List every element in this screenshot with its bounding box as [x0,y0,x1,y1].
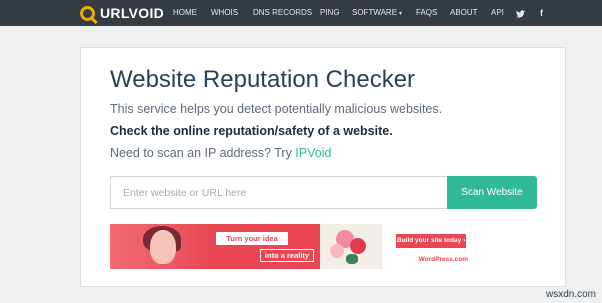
nav-software[interactable]: SOFTWARE ▾ [352,0,402,26]
nav-home[interactable]: HOME [173,0,197,26]
flower-2 [350,238,366,254]
ad-photo-face [150,230,176,264]
ad-headline-2: into a reality [260,249,314,262]
nav-whois[interactable]: WHOIS [211,0,238,26]
ad-cta-panel: Build your site today › WordPress.com [382,224,476,269]
facebook-icon[interactable]: f [540,0,543,26]
ip-scan-prompt-text: Need to scan an IP address? Try [110,146,296,160]
flower-3 [330,244,344,258]
brand-logo[interactable]: URLVOID [80,4,164,22]
nav-software-label: SOFTWARE [352,8,398,17]
nav-about[interactable]: ABOUT [450,0,478,26]
nav-ping[interactable]: PING [320,0,340,26]
nav-faqs[interactable]: FAQS [416,0,437,26]
leaves [346,254,358,264]
twitter-icon[interactable] [516,0,525,26]
magnifier-icon [80,5,95,21]
ad-brand: WordPress.com [418,256,468,263]
ip-scan-prompt: Need to scan an IP address? Try IPVoid [110,146,331,160]
ad-flowers-image [320,224,382,269]
scan-website-button[interactable]: Scan Website [447,176,537,209]
page-title: Website Reputation Checker [110,66,416,93]
ad-headline-1: Turn your idea [216,232,288,245]
ad-photo-woman [110,224,210,269]
ad-cta-button[interactable]: Build your site today › [396,234,466,248]
website-url-input[interactable] [110,176,447,209]
ipvoid-link[interactable]: IPVoid [295,146,331,160]
ad-banner[interactable]: Turn your idea into a reality Build your… [110,224,476,269]
nav-dns-records[interactable]: DNS RECORDS [253,0,312,26]
chevron-down-icon: ▾ [399,11,403,17]
service-description: This service helps you detect potentiall… [110,102,443,116]
nav-api[interactable]: API [491,0,504,26]
site-watermark: wsxdn.com [545,289,596,300]
check-reputation-text: Check the online reputation/safety of a … [110,124,393,138]
brand-name: URLVOID [100,5,165,21]
top-navbar: URLVOID HOME WHOIS DNS RECORDS PING SOFT… [0,0,602,26]
